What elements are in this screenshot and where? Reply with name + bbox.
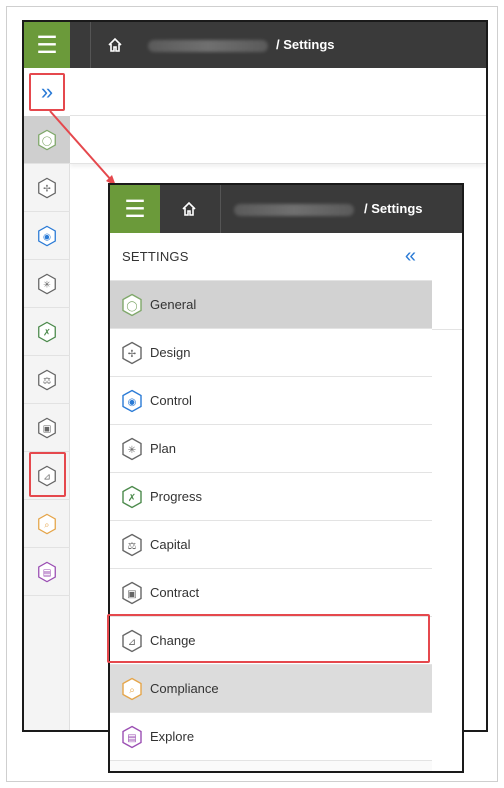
svg-text:✗: ✗ <box>43 327 51 338</box>
settings-sidebar-header: SETTINGS « <box>110 233 432 281</box>
explore-icon: ▤ <box>122 725 142 748</box>
progress-icon: ✗ <box>122 485 142 508</box>
content-row <box>70 116 486 164</box>
expand-button-highlight <box>29 73 65 111</box>
content-area <box>432 233 462 771</box>
sidebar-item-label: General <box>150 297 197 312</box>
content-row <box>70 68 486 116</box>
svg-text:⚖: ⚖ <box>128 541 137 552</box>
sidebar-item-label: Plan <box>150 441 177 456</box>
sidebar-item-plan[interactable]: ✳ <box>24 260 70 308</box>
capital-icon: ⚖ <box>122 533 142 556</box>
sidebar-item-explore[interactable]: ▤ Explore <box>110 713 432 761</box>
svg-text:◉: ◉ <box>43 231 51 242</box>
explore-icon: ▤ <box>38 561 56 582</box>
contract-icon: ▣ <box>122 581 142 604</box>
breadcrumb-separator: / <box>276 37 280 52</box>
control-icon: ◉ <box>122 389 142 412</box>
expanded-app-view: ☰ / Settings SETTINGS « ◯ General ✢ Design ◉… <box>108 183 464 773</box>
svg-text:✢: ✢ <box>128 349 136 360</box>
breadcrumb: / Settings <box>148 37 335 52</box>
sidebar-item-compliance[interactable]: ⌕ <box>24 500 70 548</box>
sidebar-item-label: Design <box>150 345 191 360</box>
capital-icon: ⚖ <box>38 369 56 390</box>
svg-text:◯: ◯ <box>42 135 52 146</box>
sidebar-item-explore[interactable]: ▤ <box>24 548 70 596</box>
sidebar-item-progress[interactable]: ✗ Progress <box>110 473 432 521</box>
svg-text:✢: ✢ <box>43 183 51 194</box>
sidebar-item-control[interactable]: ◉ <box>24 212 70 260</box>
hamburger-icon[interactable]: ☰ <box>24 22 70 68</box>
hamburger-icon[interactable]: ☰ <box>110 185 160 233</box>
breadcrumb-separator: / <box>364 201 368 216</box>
sidebar-item-label: Contract <box>150 585 200 600</box>
svg-text:▣: ▣ <box>127 589 136 600</box>
control-icon: ◉ <box>38 225 56 246</box>
change-item-highlight <box>107 614 430 663</box>
topbar-divider <box>220 185 221 233</box>
svg-text:✳: ✳ <box>43 279 51 290</box>
double-chevron-left-icon[interactable]: « <box>405 245 416 268</box>
compliance-icon: ⌕ <box>38 513 56 534</box>
change-icon-highlight <box>29 452 66 497</box>
breadcrumb-current[interactable]: Settings <box>283 37 334 52</box>
sidebar-item-design[interactable]: ✢ <box>24 164 70 212</box>
sidebar-item-label: Compliance <box>150 681 219 696</box>
svg-text:▤: ▤ <box>43 567 52 578</box>
svg-text:⚖: ⚖ <box>43 375 51 386</box>
svg-text:⌕: ⌕ <box>44 519 49 530</box>
top-bar: ☰ / Settings <box>110 185 462 233</box>
svg-text:▤: ▤ <box>127 733 136 744</box>
general-icon: ◯ <box>38 129 56 150</box>
svg-text:▣: ▣ <box>43 423 52 434</box>
sidebar-item-contract[interactable]: ▣ <box>24 404 70 452</box>
compliance-icon: ⌕ <box>122 677 142 700</box>
sidebar-item-label: Capital <box>150 537 191 552</box>
sidebar-item-label: Control <box>150 393 192 408</box>
plan-icon: ✳ <box>38 273 56 294</box>
progress-icon: ✗ <box>38 321 56 342</box>
sidebar-item-label: Explore <box>150 729 195 744</box>
plan-icon: ✳ <box>122 437 142 460</box>
design-icon: ✢ <box>122 341 142 364</box>
contract-icon: ▣ <box>38 417 56 438</box>
sidebar-item-general[interactable]: ◯ <box>24 116 70 164</box>
sidebar-item-control[interactable]: ◉ Control <box>110 377 432 425</box>
svg-text:⌕: ⌕ <box>129 685 135 696</box>
collapsed-sidebar: » ◯ ✢ ◉ ✳ ✗ ⚖ ▣ ⊿ ⌕ ▤ <box>24 68 70 730</box>
design-icon: ✢ <box>38 177 56 198</box>
home-icon[interactable] <box>104 34 126 56</box>
content-divider <box>432 329 462 330</box>
sidebar-item-compliance[interactable]: ⌕ Compliance <box>110 665 432 713</box>
sidebar-item-progress[interactable]: ✗ <box>24 308 70 356</box>
svg-text:✳: ✳ <box>128 445 136 456</box>
sidebar-item-capital[interactable]: ⚖ <box>24 356 70 404</box>
sidebar-item-label: Progress <box>150 489 203 504</box>
topbar-divider <box>90 22 91 68</box>
sidebar-item-contract[interactable]: ▣ Contract <box>110 569 432 617</box>
settings-sidebar: SETTINGS « ◯ General ✢ Design ◉ Control ✳ Plan ✗… <box>110 233 432 771</box>
settings-title: SETTINGS <box>122 249 189 264</box>
redacted-project-name <box>148 39 268 52</box>
svg-text:◯: ◯ <box>126 301 137 312</box>
sidebar-item-general[interactable]: ◯ General <box>110 281 432 329</box>
breadcrumb-current[interactable]: Settings <box>371 201 422 216</box>
svg-text:✗: ✗ <box>128 493 136 504</box>
svg-text:◉: ◉ <box>128 397 137 408</box>
breadcrumb: / Settings <box>234 201 423 216</box>
sidebar-item-capital[interactable]: ⚖ Capital <box>110 521 432 569</box>
general-icon: ◯ <box>122 293 142 316</box>
top-bar: ☰ / Settings <box>24 22 486 68</box>
sidebar-item-design[interactable]: ✢ Design <box>110 329 432 377</box>
redacted-project-name <box>234 203 354 216</box>
sidebar-item-plan[interactable]: ✳ Plan <box>110 425 432 473</box>
home-icon[interactable] <box>178 198 200 220</box>
